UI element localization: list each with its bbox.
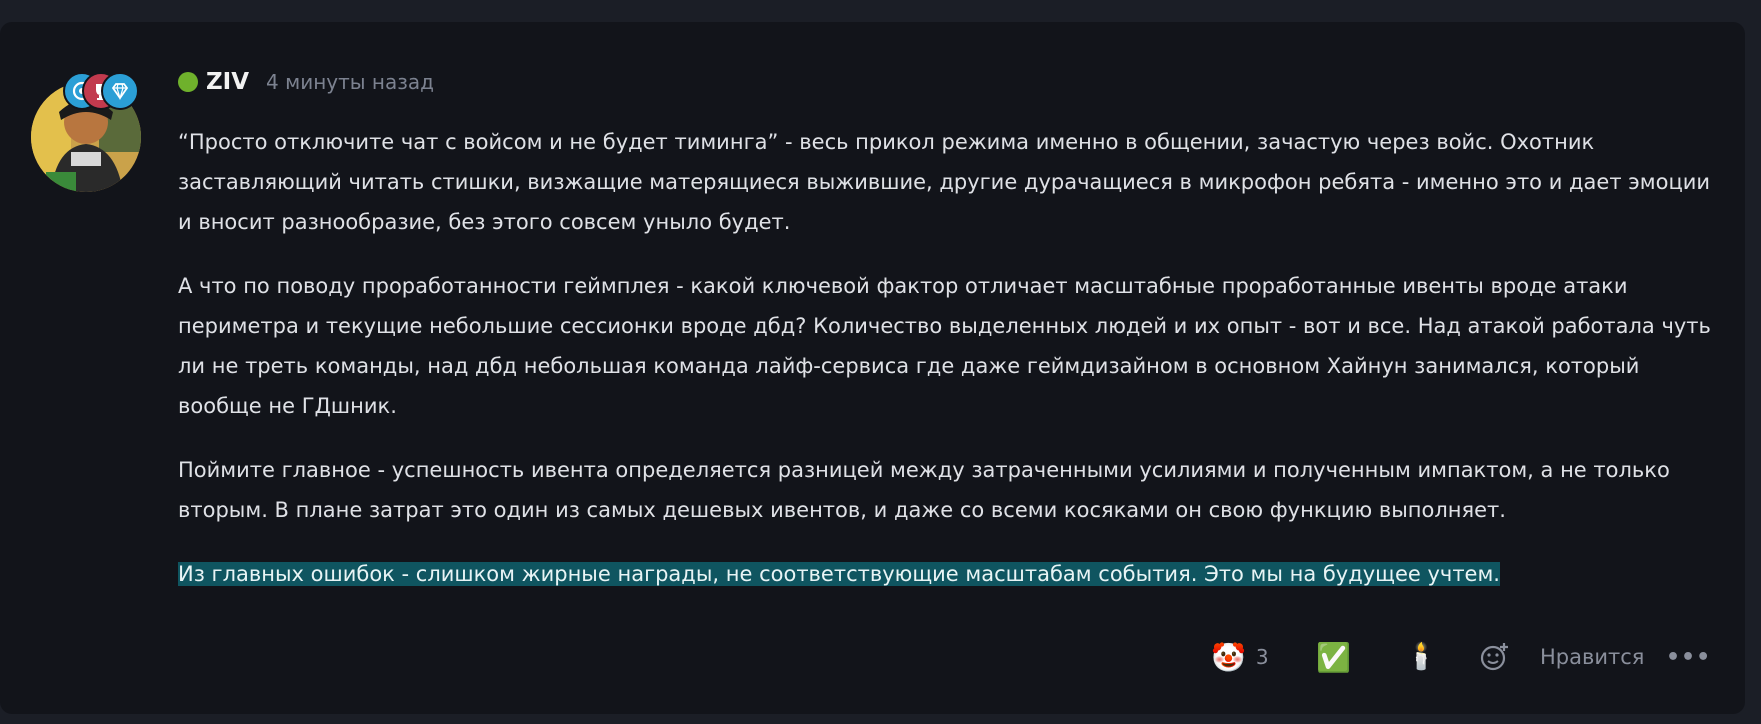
comment-paragraph-highlighted: Из главных ошибок - слишком жирные награ…	[178, 554, 1718, 594]
author-name[interactable]: ZIV	[206, 69, 249, 95]
check-icon: ✅	[1316, 640, 1351, 674]
clown-icon: 🤡	[1211, 640, 1246, 674]
avatar-block[interactable]	[31, 60, 143, 192]
selected-text[interactable]: Из главных ошибок - слишком жирные награ…	[178, 562, 1500, 586]
add-reaction-button[interactable]	[1480, 632, 1510, 682]
comment-body: “Просто отключите чат с войсом и не буде…	[178, 122, 1718, 618]
online-status-dot	[178, 72, 198, 92]
comment-timestamp[interactable]: 4 минуты назад	[266, 70, 434, 94]
comment-paragraph: А что по поводу проработанности геймплея…	[178, 274, 1711, 418]
candle-icon: 🕯️	[1405, 642, 1438, 672]
candle-reaction[interactable]: 🕯️	[1405, 632, 1437, 682]
reaction-count: 3	[1255, 645, 1269, 669]
more-dots-icon: •••	[1666, 644, 1712, 670]
comment-paragraph: Поймите главное - успешность ивента опре…	[178, 458, 1670, 522]
more-options-button[interactable]: •••	[1666, 632, 1711, 682]
clown-reaction[interactable]: 🤡 3	[1211, 632, 1269, 682]
comment-actions: 🤡 3 ✅ 🕯️ Нравится •••	[0, 632, 1745, 682]
like-button[interactable]: Нравится	[1540, 632, 1644, 682]
comment-header: ZIV 4 минуты назад	[178, 62, 434, 102]
like-label: Нравится	[1540, 645, 1645, 669]
diamond-badge-icon[interactable]	[101, 72, 139, 110]
add-emoji-icon	[1480, 643, 1508, 671]
comment-paragraph: “Просто отключите чат с войсом и не буде…	[178, 130, 1711, 234]
check-reaction[interactable]: ✅	[1316, 632, 1351, 682]
comment-card: ZIV 4 минуты назад “Просто отключите чат…	[0, 22, 1745, 714]
